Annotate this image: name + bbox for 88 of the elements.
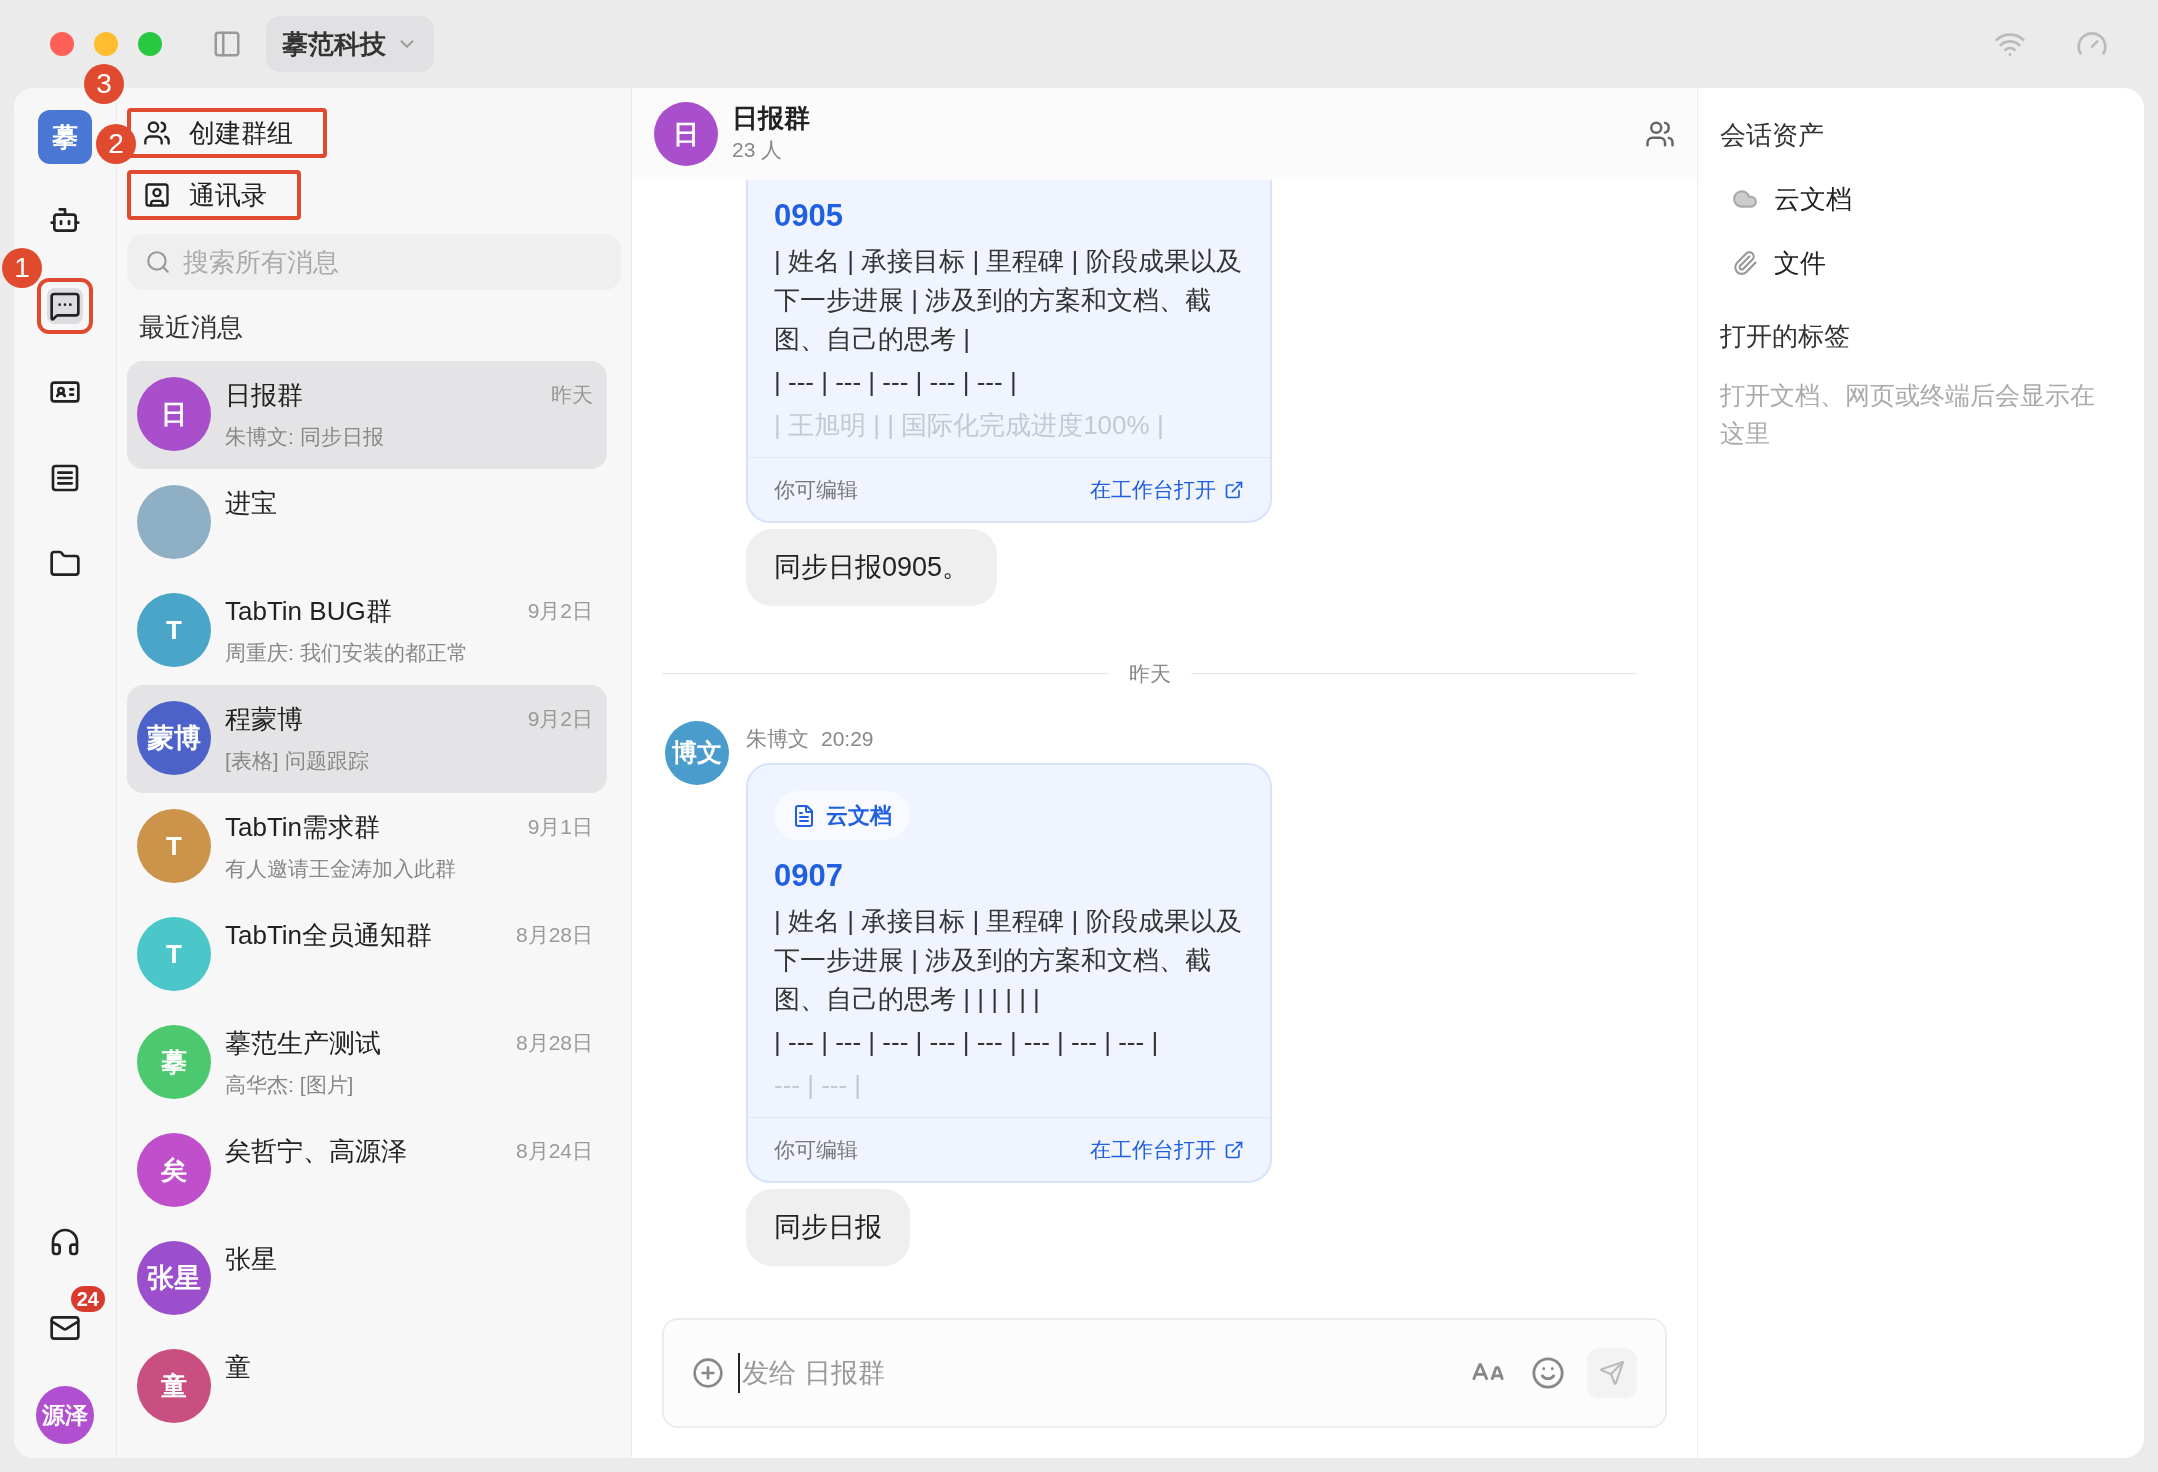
conversation-avatar: 日 <box>137 377 211 451</box>
conversation-name: 程蒙博 <box>225 703 303 736</box>
conversation-avatar: 蒙博 <box>137 701 211 775</box>
message-preview: 有人邀请王金涛加入此群 <box>225 856 457 882</box>
doc-title: 0905 <box>774 197 843 235</box>
workspace-logo[interactable]: 摹 <box>38 110 92 164</box>
message-preview: 周重庆: 我们安装的都正常 <box>225 640 469 666</box>
conversation-avatar: 摹 <box>137 1025 211 1099</box>
doc-preview-text: | 姓名 | 承接目标 | 里程碑 | 阶段成果以及下一步进展 | 涉及到的方案和文档、截图、自己的思考 | | | | | | <box>774 905 1243 1016</box>
conversation-time: 8月28日 <box>515 922 593 949</box>
conversation-avatar: T <box>137 593 211 667</box>
message-bubble: 同步日报 <box>746 1189 910 1266</box>
message-preview: [表格] 问题跟踪 <box>225 748 370 774</box>
rail-nav-button[interactable] <box>37 278 93 334</box>
external-link-icon <box>1224 479 1244 500</box>
search-bar[interactable]: 搜索所有消息 <box>127 234 621 290</box>
doc-preview-text: --- | --- | <box>774 1069 862 1102</box>
search-icon <box>145 249 171 275</box>
conversation-name: 进宝 <box>225 487 277 520</box>
edit-permission-note: 你可编辑 <box>774 476 858 503</box>
step-number-badge: 3 <box>84 64 124 104</box>
add-icon[interactable] <box>692 1357 724 1389</box>
asset-category-item[interactable]: 文件 <box>1720 231 2122 295</box>
close-window-button[interactable] <box>50 32 74 56</box>
conversation-list-item[interactable]: 蒙博 程蒙博 9月2日 [表格] 问题跟踪 <box>127 685 607 793</box>
message-preview: 高华杰: [图片] <box>225 1072 355 1098</box>
asset-category-item[interactable]: 云文档 <box>1720 167 2122 231</box>
member-count: 23 人 <box>732 137 784 164</box>
sidebar-toggle-icon[interactable] <box>212 29 242 59</box>
message-composer[interactable]: 发给 日报群 <box>662 1318 1667 1428</box>
chat-bubble-icon <box>47 288 83 324</box>
send-icon <box>1599 1360 1625 1386</box>
conversation-name: 矣哲宁、高源泽 <box>225 1135 407 1168</box>
message-time: 20:29 <box>821 726 874 752</box>
open-in-workspace-link[interactable]: 在工作台打开 <box>1090 473 1244 506</box>
conversation-time: 9月2日 <box>527 598 593 625</box>
conversation-list-item[interactable]: 日 日报群 昨天 朱博文: 同步日报 <box>127 361 607 469</box>
document-icon <box>792 803 816 828</box>
conversation-name: TabTin BUG群 <box>225 595 392 628</box>
conversation-avatar: T <box>137 809 211 883</box>
paperclip-icon <box>1732 250 1758 276</box>
conversation-time: 9月2日 <box>527 706 593 733</box>
doc-type-chip: 云文档 <box>774 791 910 840</box>
date-divider-label: 昨天 <box>1128 660 1171 687</box>
edit-permission-note: 你可编辑 <box>774 1136 858 1163</box>
conversation-title: 日报群 <box>732 102 810 135</box>
conversation-name: 童 <box>225 1351 251 1384</box>
panel-heading: 会话资产 <box>1720 119 1825 152</box>
message-input[interactable]: 发给 日报群 <box>738 1352 1457 1394</box>
empty-state-text: 打开文档、网页或终端后会显示在这里 <box>1720 380 2096 449</box>
user-avatar[interactable]: 源泽 <box>36 1386 94 1444</box>
message-bubble: 同步日报0905。 <box>746 529 998 606</box>
conversation-name: TabTin需求群 <box>225 811 381 844</box>
doc-preview-text: | --- | --- | --- | --- | --- | <box>774 366 1017 399</box>
contacts-button[interactable]: 通讯录 <box>127 170 301 220</box>
conversation-time: 昨天 <box>551 382 593 409</box>
section-title: 最近消息 <box>138 311 244 344</box>
conversation-name: 摹范生产测试 <box>225 1027 381 1060</box>
unread-count-badge: 24 <box>70 1286 105 1312</box>
doc-title: 0907 <box>774 857 843 895</box>
panel-heading: 打开的标签 <box>1720 320 1851 353</box>
conversation-name: 日报群 <box>225 379 303 412</box>
workspace-switcher[interactable]: 摹范科技 <box>266 16 434 72</box>
doc-preview-text: | --- | --- | --- | --- | --- | --- | --- | --- | <box>774 1026 1159 1059</box>
sender-name: 朱博文 <box>746 726 809 752</box>
doc-card[interactable]: 云文档 0907 | 姓名 | 承接目标 | 里程碑 | 阶段成果以及下一步进展 | 涉及到的方案和文档、截图、自己的思考 | | | | | | | --- | --- | --- | --- | --- | --- | --- | --- | --- | --- | 你可编辑 在工作台打开 <box>746 763 1272 1183</box>
conversation-time: 8月28日 <box>515 1030 593 1057</box>
group-avatar[interactable]: 日 <box>654 102 718 166</box>
contact-card-icon <box>143 181 171 209</box>
conversation-time: 9月1日 <box>527 814 593 841</box>
message-preview: 朱博文: 同步日报 <box>225 424 385 450</box>
external-link-icon <box>1224 1139 1244 1160</box>
headphones-icon <box>49 1226 81 1258</box>
people-icon <box>143 119 171 147</box>
conversation-avatar: 张星 <box>137 1241 211 1315</box>
doc-preview-text: | 姓名 | 承接目标 | 里程碑 | 阶段成果以及下一步进展 | 涉及到的方案和文档、截图、自己的思考 | <box>774 245 1243 356</box>
search-input[interactable]: 搜索所有消息 <box>183 242 603 282</box>
step-number-badge: 1 <box>2 248 42 288</box>
conversation-time: 8月24日 <box>515 1138 593 1165</box>
create-group-button[interactable]: 创建群组 <box>127 108 327 158</box>
members-icon[interactable] <box>1645 119 1675 149</box>
open-in-workspace-link[interactable]: 在工作台打开 <box>1090 1133 1244 1166</box>
conversation-name: TabTin全员通知群 <box>225 919 433 952</box>
conversation-avatar: T <box>137 917 211 991</box>
conversation-name: 张星 <box>225 1243 277 1276</box>
conversation-avatar: 矣 <box>137 1133 211 1207</box>
emoji-icon[interactable] <box>1531 1356 1565 1390</box>
conversation-avatar: 童 <box>137 1349 211 1423</box>
